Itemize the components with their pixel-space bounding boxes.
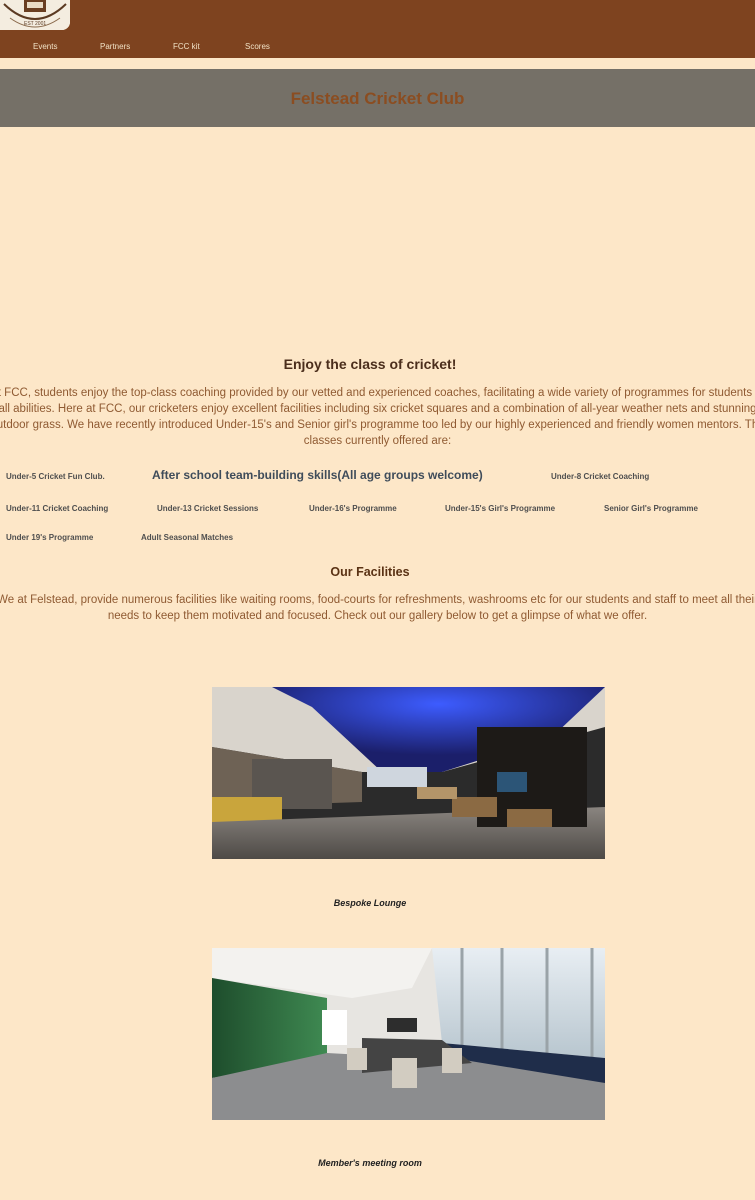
programme-item: Under-8 Cricket Coaching (551, 472, 650, 481)
intro-paragraph: At FCC, students enjoy the top-class coa… (0, 387, 755, 447)
programme-item: Under-13 Cricket Sessions (157, 504, 259, 513)
intro-heading: Enjoy the class of cricket! (283, 356, 457, 372)
programme-item: After school team-building skills(All ag… (152, 468, 483, 482)
page: EST 2001 Events Partners FCC kit Scores … (0, 0, 755, 1200)
lounge-photo (212, 687, 605, 859)
programme-item: Adult Seasonal Matches (141, 533, 234, 542)
nav-item-events[interactable]: Events (33, 42, 57, 51)
meeting-room-photo (212, 948, 605, 1120)
programme-item: Under 19's Programme (6, 533, 94, 542)
programme-item: Under-5 Cricket Fun Club. (6, 472, 105, 481)
title-banner: Felstead Cricket Club (0, 69, 755, 127)
nav-item-fcc-kit[interactable]: FCC kit (173, 42, 200, 51)
nav-item-partners[interactable]: Partners (100, 42, 130, 51)
page-title: Felstead Cricket Club (290, 89, 465, 108)
programme-item: Senior Girl's Programme (604, 504, 698, 513)
facilities-heading: Our Facilities (330, 565, 410, 579)
top-navigation-bar: EST 2001 Events Partners FCC kit Scores (0, 0, 755, 58)
programme-item: Under-11 Cricket Coaching (6, 504, 109, 513)
svg-text:EST 2001: EST 2001 (24, 21, 46, 27)
gallery-caption: Member's meeting room (318, 1158, 422, 1168)
nav-item-scores[interactable]: Scores (245, 42, 270, 51)
gallery-caption: Bespoke Lounge (333, 898, 407, 908)
facilities-paragraph: We at Felstead, provide numerous facilit… (0, 594, 755, 622)
club-logo[interactable]: EST 2001 (0, 0, 70, 30)
programme-item: Under-15's Girl's Programme (445, 504, 556, 513)
programme-item: Under-16's Programme (309, 504, 397, 513)
